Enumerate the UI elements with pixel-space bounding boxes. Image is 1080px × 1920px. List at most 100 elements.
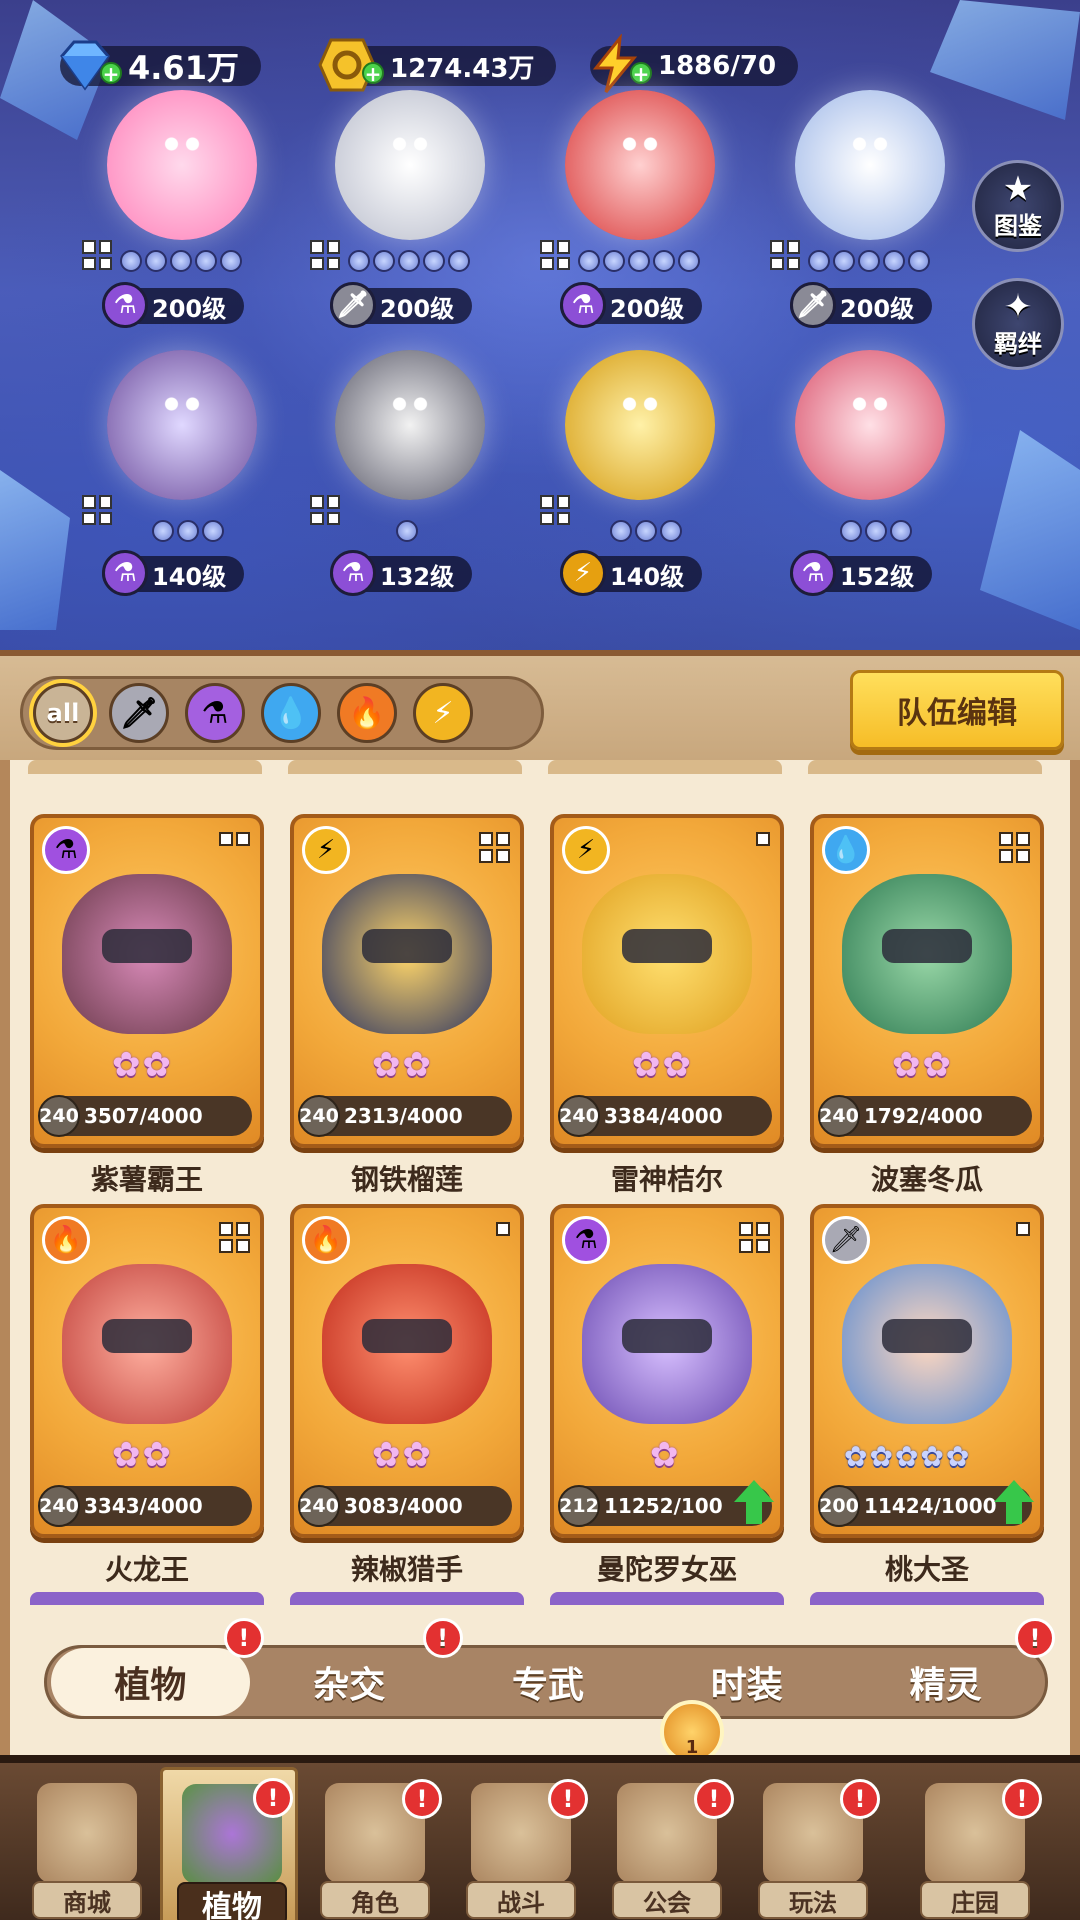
nav-manor[interactable]: 庄园 ! [906, 1779, 1044, 1920]
hero-level-text: 200级 [380, 294, 455, 323]
grid-icon [770, 240, 800, 270]
hero-slot[interactable]: ⚡ 140级 [530, 350, 740, 610]
grid-icon [999, 832, 1030, 863]
hero-slot[interactable]: ⚗ 140级 [72, 350, 282, 610]
grid-icon [219, 832, 250, 846]
card-level: 200 [818, 1485, 860, 1527]
hero-portrait [565, 90, 715, 240]
hero-slot[interactable]: ⚗ 152级 [760, 350, 970, 610]
nav-guild[interactable]: 公会 ! [598, 1779, 736, 1920]
element-filter: all 🗡 ⚗ 💧 🔥 ⚡ [20, 676, 544, 750]
plant-card[interactable]: ⚗ ✿ ✿ 240 3507/4000 [30, 814, 264, 1148]
plant-card[interactable]: 🗡 ✿ ✿ ✿ ✿ ✿ 200 11424/1000 [810, 1204, 1044, 1538]
grid-icon [540, 495, 570, 525]
card-shards: 2313/4000 [344, 1104, 463, 1128]
add-gold-icon[interactable]: + [362, 62, 384, 84]
plant-card[interactable]: 🔥 ✿ ✿ 240 3343/4000 [30, 1204, 264, 1538]
card-shards: 3343/4000 [84, 1494, 203, 1518]
hero-level: ⚗ 200级 [560, 282, 703, 328]
star-rating: ✿ ✿ [112, 1435, 171, 1475]
card-progress: 240 3083/4000 [298, 1485, 512, 1527]
hero-rank-dots [610, 520, 682, 542]
add-gem-icon[interactable]: + [100, 62, 122, 84]
hero-slot[interactable]: 🗡 200级 [760, 90, 970, 350]
water-drop-icon: 💧 [822, 826, 870, 874]
team-edit-button[interactable]: 队伍编辑 [850, 670, 1064, 750]
plant-card[interactable]: 🔥 ✿ ✿ 240 3083/4000 [290, 1204, 524, 1538]
nav-plants[interactable]: 植物 ! [160, 1767, 298, 1920]
hero-slot[interactable]: ⚗ 200级 [72, 90, 282, 350]
nav-character[interactable]: 角色 ! [306, 1779, 444, 1920]
card-row-peek [808, 760, 1042, 774]
tab-plants[interactable]: 植物 ! [51, 1618, 264, 1716]
bond-button[interactable]: ✦ 羁绊 [972, 278, 1064, 370]
energy-counter[interactable]: + 1886/70 [590, 34, 799, 93]
bottom-nav: 商城 植物 ! 角色 ! 战斗 ! 公会 ! 玩法 ! 庄园 ! [0, 1755, 1080, 1920]
alert-icon: ! [694, 1779, 734, 1819]
card-progress: 240 2313/4000 [298, 1095, 512, 1137]
hero-rank-dots [840, 520, 912, 542]
alert-icon: ! [253, 1778, 293, 1818]
hero-portrait [107, 350, 257, 500]
hero-portrait [795, 90, 945, 240]
gem-counter[interactable]: + 4.61万 [60, 40, 261, 91]
hero-rank-dots [348, 250, 470, 272]
card-level: 240 [298, 1485, 340, 1527]
tab-hybrid[interactable]: 杂交 ! [250, 1618, 463, 1716]
plant-card[interactable]: ⚗ ✿ 212 11252/100 [550, 1204, 784, 1538]
plant-portrait [582, 874, 752, 1034]
nav-battle[interactable]: 战斗 ! [452, 1779, 590, 1920]
grid-icon [310, 240, 340, 270]
tab-spirit[interactable]: 精灵 ! [846, 1618, 1055, 1716]
plant-card[interactable]: ⚡ ✿ ✿ 240 2313/4000 [290, 814, 524, 1148]
card-level: 240 [38, 1485, 80, 1527]
card-row-peek [30, 1592, 264, 1605]
alert-icon: ! [548, 1779, 588, 1819]
lightning-icon: ⚡ [562, 826, 610, 874]
gem-value: 4.61万 [128, 49, 239, 87]
sword-icon: 🗡 [790, 282, 836, 328]
tab-exclusive-weapon[interactable]: 专武 [449, 1648, 648, 1716]
hero-level: ⚗ 132级 [330, 550, 473, 596]
plant-card-grid: ⚗ ✿ ✿ 240 3507/4000 紫薯霸王 ⚡ ✿ ✿ 240 2313/40… [0, 760, 1080, 1605]
plant-card[interactable]: 💧 ✿ ✿ 240 1792/4000 [810, 814, 1044, 1148]
hero-level: ⚡ 140级 [560, 550, 703, 596]
nav-label: 公会 [612, 1881, 722, 1919]
team-showcase: + 4.61万 + 1274.43万 + 1886/70 ★ 图鉴 ✦ 羁绊 ⚗… [0, 0, 1080, 650]
filter-fire[interactable]: 🔥 [337, 683, 397, 743]
filter-water[interactable]: 💧 [261, 683, 321, 743]
tab-label: 杂交 [313, 1665, 386, 1706]
tab-label: 专武 [511, 1665, 584, 1706]
hero-slot[interactable]: 🗡 200级 [300, 90, 510, 350]
plant-card[interactable]: ⚡ ✿ ✿ 240 3384/4000 [550, 814, 784, 1148]
grid-icon [756, 832, 770, 846]
hero-slot[interactable]: ⚗ 200级 [530, 90, 740, 350]
star-rating: ✿ ✿ [372, 1045, 431, 1085]
hero-rank-dots [396, 520, 418, 542]
add-energy-icon[interactable]: + [630, 62, 652, 84]
hero-level-text: 200级 [840, 294, 915, 323]
filter-all[interactable]: all [33, 683, 93, 743]
filter-magic[interactable]: ⚗ [185, 683, 245, 743]
gold-value: 1274.43万 [390, 53, 535, 84]
nav-shop[interactable]: 商城 [18, 1783, 156, 1920]
plant-portrait [62, 874, 232, 1034]
card-level: 240 [558, 1095, 600, 1137]
hero-portrait [565, 350, 715, 500]
gold-counter[interactable]: + 1274.43万 [318, 38, 557, 92]
filter-lightning[interactable]: ⚡ [413, 683, 473, 743]
magic-potion-icon: ⚗ [560, 282, 606, 328]
card-name: 桃大圣 [884, 1553, 969, 1586]
nav-label: 商城 [32, 1881, 142, 1919]
alert-icon: ! [1002, 1779, 1042, 1819]
hero-slot[interactable]: ⚗ 132级 [300, 350, 510, 610]
codex-button[interactable]: ★ 图鉴 [972, 160, 1064, 252]
hero-portrait [335, 90, 485, 240]
nav-label: 战斗 [466, 1881, 576, 1919]
crystal-decoration [980, 430, 1080, 630]
nav-gameplay[interactable]: 玩法 ! [744, 1779, 882, 1920]
filter-sword[interactable]: 🗡 [109, 683, 169, 743]
codex-label: 图鉴 [994, 211, 1042, 240]
card-progress: 240 1792/4000 [818, 1095, 1032, 1137]
nav-label: 植物 [177, 1882, 287, 1920]
